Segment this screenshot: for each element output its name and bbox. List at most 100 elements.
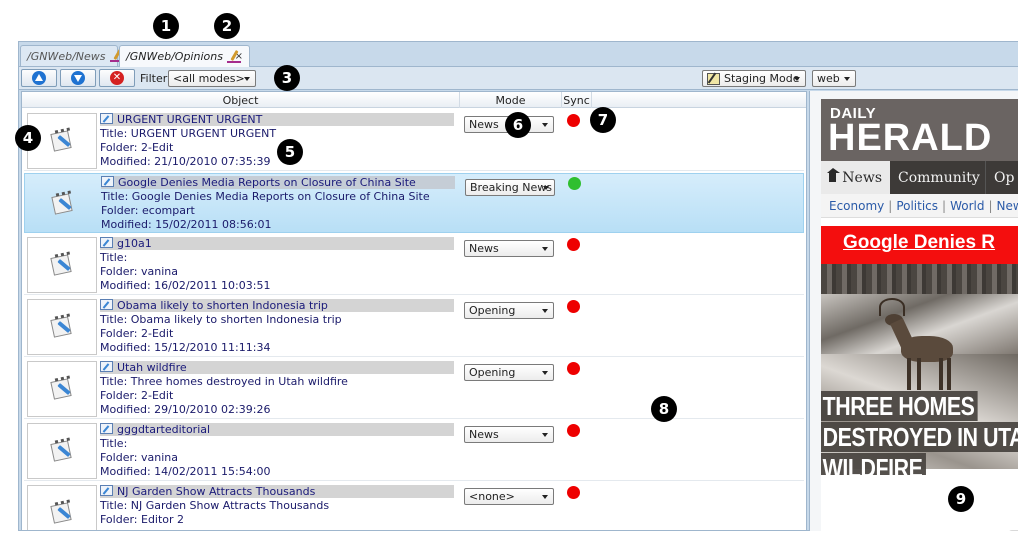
chevron-down-icon [794, 77, 800, 81]
object-thumbnail[interactable] [28, 176, 98, 232]
callout-7: 7 [590, 107, 616, 133]
object-name[interactable]: Google Denies Media Reports on Closure o… [118, 176, 416, 189]
sync-status-indicator [567, 114, 580, 127]
filter-value: <all modes> [173, 72, 245, 85]
article-edit-icon [50, 251, 74, 278]
tab-opinions[interactable]: /GNWeb/Opinions × [119, 45, 250, 67]
chevron-down-icon [542, 123, 548, 127]
object-modified: Modified: 14/02/2011 15:54:00 [100, 465, 271, 478]
mode-value: News [469, 242, 499, 255]
subnav-politics[interactable]: Politics [896, 199, 938, 213]
table-row[interactable]: gggdtarteditorial Title: Folder: vanina Mod… [24, 421, 804, 481]
mode-select[interactable]: News [464, 426, 554, 443]
object-thumbnail[interactable] [27, 237, 97, 293]
deer-leg [907, 358, 911, 390]
nav-opinion-label: Op [994, 169, 1015, 186]
list-header: Object Mode Sync [22, 92, 806, 108]
mode-select[interactable]: Breaking News [465, 179, 555, 196]
column-header-mode[interactable]: Mode [460, 92, 562, 108]
nav-community[interactable]: Community [890, 161, 985, 194]
object-folder: Folder: Editor 2 [100, 513, 185, 526]
table-row[interactable]: Google Denies Media Reports on Closure o… [24, 173, 804, 233]
headline-banner: Google Denies R [821, 226, 1018, 264]
masthead-herald: HERALD [828, 117, 993, 159]
subnav-separator: | [942, 198, 947, 213]
filter-label: Filter: [140, 72, 171, 85]
column-header-object[interactable]: Object [22, 92, 460, 108]
mode-value: Opening [469, 304, 516, 317]
subnav-economy[interactable]: Economy [829, 199, 884, 213]
tab-label: /GNWeb/News [27, 49, 106, 63]
tab-news[interactable]: /GNWeb/News [20, 45, 131, 66]
sync-status-indicator [567, 424, 580, 437]
object-name[interactable]: URGENT URGENT URGENT [117, 113, 262, 126]
subnav-world[interactable]: World [950, 199, 984, 213]
arrow-down-icon [71, 71, 85, 85]
deer-leg [917, 358, 921, 390]
object-title-bar [100, 237, 454, 250]
object-title: Title: [100, 251, 128, 264]
headline-text[interactable]: Google Denies R [843, 232, 995, 254]
object-list: Object Mode Sync URGENT URGENT URGENT Tit… [21, 91, 807, 531]
article-icon [100, 299, 113, 310]
article-edit-icon [51, 190, 75, 217]
object-name[interactable]: Obama likely to shorten Indonesia trip [117, 299, 328, 312]
chevron-down-icon [542, 495, 548, 499]
object-name[interactable]: g10a1 [117, 237, 152, 250]
mode-select[interactable]: Opening [464, 302, 554, 319]
object-name[interactable]: Utah wildfire [117, 361, 187, 374]
article-edit-icon [50, 499, 74, 526]
photo-caption-line: WILDFIRE [821, 453, 926, 475]
remove-button[interactable]: ✕ [99, 69, 135, 87]
table-row[interactable]: Obama likely to shorten Indonesia trip Ti… [24, 297, 804, 357]
filter-select[interactable]: <all modes> [168, 70, 256, 87]
object-modified: Modified: 15/02/2011 08:56:01 [101, 218, 272, 231]
object-folder: Folder: 2-Edit [100, 327, 174, 340]
table-row[interactable]: NJ Garden Show Attracts Thousands Title: … [24, 483, 804, 530]
page-preview[interactable]: DAILY HERALD News Community Op Economy | … [821, 99, 1018, 531]
column-header-sync[interactable]: Sync [562, 92, 592, 108]
table-row[interactable]: g10a1 Title: Folder: vanina Modified: 16/02… [24, 235, 804, 295]
object-modified: Modified: 21/10/2010 07:35:39 [100, 155, 271, 168]
table-row[interactable]: Utah wildfire Title: Three homes destroye… [24, 359, 804, 419]
object-thumbnail[interactable] [27, 485, 97, 530]
object-name[interactable]: NJ Garden Show Attracts Thousands [117, 485, 315, 498]
article-edit-icon [50, 375, 74, 402]
object-folder: Folder: vanina [100, 265, 178, 278]
nav-news[interactable]: News [821, 161, 890, 194]
subnav-news-c[interactable]: News C [997, 199, 1018, 213]
object-title: Title: Three homes destroyed in Utah wil… [100, 375, 348, 388]
object-thumbnail[interactable] [27, 423, 97, 479]
arrow-up-icon [32, 71, 46, 85]
chevron-down-icon [542, 433, 548, 437]
object-thumbnail[interactable] [27, 361, 97, 417]
object-title: Title: Google Denies Media Reports on Cl… [101, 190, 430, 203]
mode-value: Breaking News [470, 181, 552, 194]
channel-select[interactable]: web [812, 70, 856, 87]
mode-value: <none> [469, 490, 515, 503]
preview-scroll-indicator[interactable] [1008, 530, 1018, 531]
callout-8: 8 [651, 396, 677, 422]
photo-caption-line: THREE HOMES [821, 391, 978, 421]
nav-news-label: News [842, 169, 882, 186]
article-icon [100, 113, 113, 124]
mode-select[interactable]: <none> [464, 488, 554, 505]
table-row[interactable]: URGENT URGENT URGENT Title: URGENT URGENT… [24, 111, 804, 171]
staging-mode-select[interactable]: Staging Mode [702, 70, 806, 87]
deer-leg [939, 358, 943, 390]
object-thumbnail[interactable] [27, 299, 97, 355]
sync-status-indicator [567, 486, 580, 499]
move-down-button[interactable] [60, 69, 96, 87]
article-icon [100, 423, 113, 434]
move-up-button[interactable] [21, 69, 57, 87]
object-modified: Modified: 29/10/2010 02:39:26 [100, 403, 271, 416]
mode-select[interactable]: News [464, 240, 554, 257]
mode-value: News [469, 428, 499, 441]
callout-5: 5 [277, 139, 303, 165]
nav-opinion[interactable]: Op [985, 161, 1018, 194]
subnav-separator: | [888, 198, 893, 213]
article-icon [100, 237, 113, 248]
object-name[interactable]: gggdtarteditorial [117, 423, 210, 436]
mode-select[interactable]: Opening [464, 364, 554, 381]
deer-leg [947, 358, 951, 390]
